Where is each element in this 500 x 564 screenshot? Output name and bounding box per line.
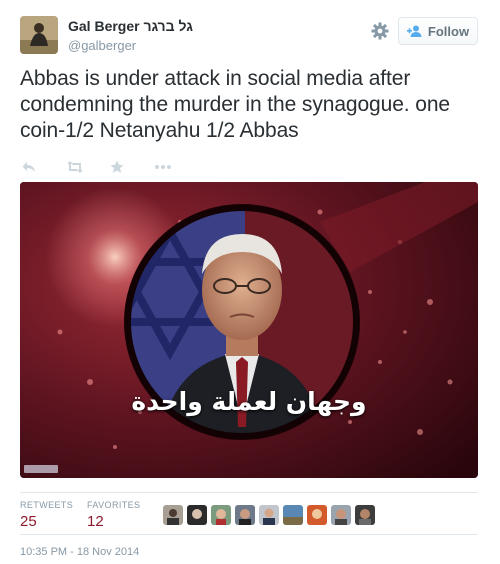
user-avatar[interactable]	[20, 16, 58, 54]
gear-icon[interactable]	[371, 22, 389, 40]
retweeter-avatars	[163, 505, 375, 525]
avatar[interactable]	[355, 505, 375, 525]
avatar[interactable]	[163, 505, 183, 525]
favorites-count: 12	[87, 513, 104, 530]
avatar[interactable]	[235, 505, 255, 525]
favorite-icon[interactable]	[110, 158, 154, 176]
tweet-media-image[interactable]: وجهان لعملة واحدة	[20, 182, 478, 478]
avatar[interactable]	[283, 505, 303, 525]
tweet-card: Gal Berger גל ברגר @galberger Follow Abb…	[0, 0, 500, 564]
avatar[interactable]	[307, 505, 327, 525]
user-handle[interactable]: @galberger	[68, 38, 136, 53]
retweets-count: 25	[20, 513, 37, 530]
follow-button[interactable]: Follow	[398, 17, 478, 45]
reply-icon[interactable]	[22, 158, 66, 176]
retweets-stat[interactable]: RETWEETS 25	[20, 500, 73, 530]
tweet-text: Abbas is under attack in social media af…	[20, 67, 450, 142]
retweet-icon[interactable]	[66, 158, 110, 176]
follow-button-label: Follow	[427, 23, 470, 39]
avatar[interactable]	[259, 505, 279, 525]
avatar[interactable]	[211, 505, 231, 525]
favorites-label: FAVORITES	[87, 500, 141, 510]
stats-divider-bottom	[20, 534, 478, 535]
more-icon[interactable]	[154, 158, 198, 176]
add-user-icon	[406, 25, 423, 37]
user-display-name[interactable]: Gal Berger גל ברגר	[68, 18, 193, 34]
avatar[interactable]	[187, 505, 207, 525]
tweet-timestamp[interactable]: 10:35 PM - 18 Nov 2014	[20, 546, 139, 558]
avatar[interactable]	[331, 505, 351, 525]
media-caption: وجهان لعملة واحدة	[131, 387, 367, 416]
favorites-stat[interactable]: FAVORITES 12	[87, 500, 140, 530]
tweet-actions	[22, 158, 198, 176]
retweets-label: RETWEETS	[20, 500, 74, 510]
stats-divider	[20, 492, 478, 493]
